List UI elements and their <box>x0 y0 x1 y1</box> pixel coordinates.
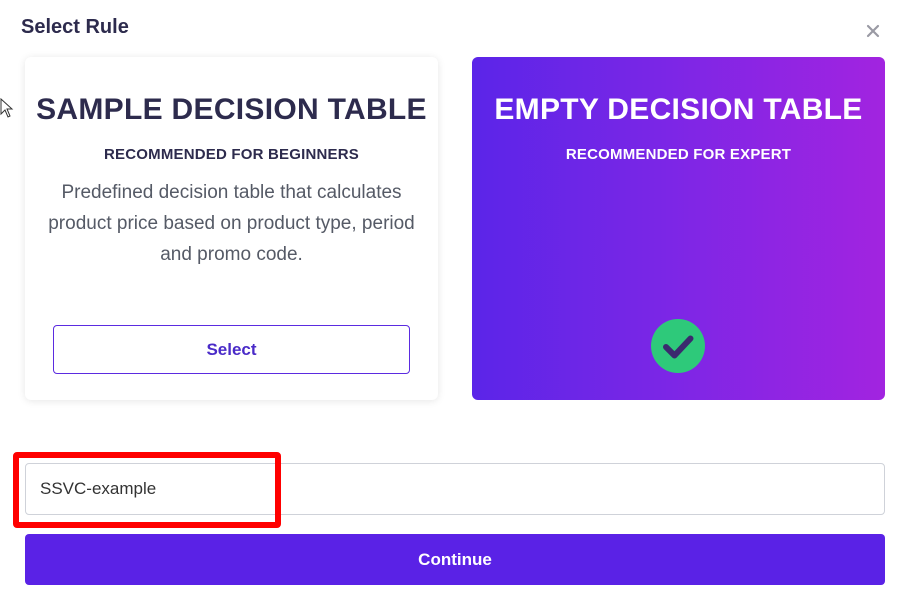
check-circle-icon <box>651 319 705 373</box>
sample-card-description: Predefined decision table that calculate… <box>48 182 415 265</box>
continue-button[interactable]: Continue <box>25 534 885 585</box>
empty-decision-table-card[interactable]: EMPTY DECISION TABLE RECOMMENDED FOR EXP… <box>472 57 885 400</box>
empty-card-subtitle: RECOMMENDED FOR EXPERT <box>565 146 792 163</box>
sample-card-subtitle: RECOMMENDED FOR BEGINNERS <box>103 146 359 163</box>
select-button[interactable]: Select <box>53 325 410 374</box>
sample-card-title: SAMPLE DECISION TABLE <box>36 93 427 126</box>
close-icon[interactable] <box>862 20 884 42</box>
sample-decision-table-card[interactable]: SAMPLE DECISION TABLE RECOMMENDED FOR BE… <box>25 57 438 400</box>
dialog-title: Select Rule <box>21 16 129 38</box>
empty-card-title: EMPTY DECISION TABLE <box>494 93 863 126</box>
rule-name-input[interactable] <box>25 463 885 515</box>
mouse-cursor-icon <box>0 98 14 118</box>
